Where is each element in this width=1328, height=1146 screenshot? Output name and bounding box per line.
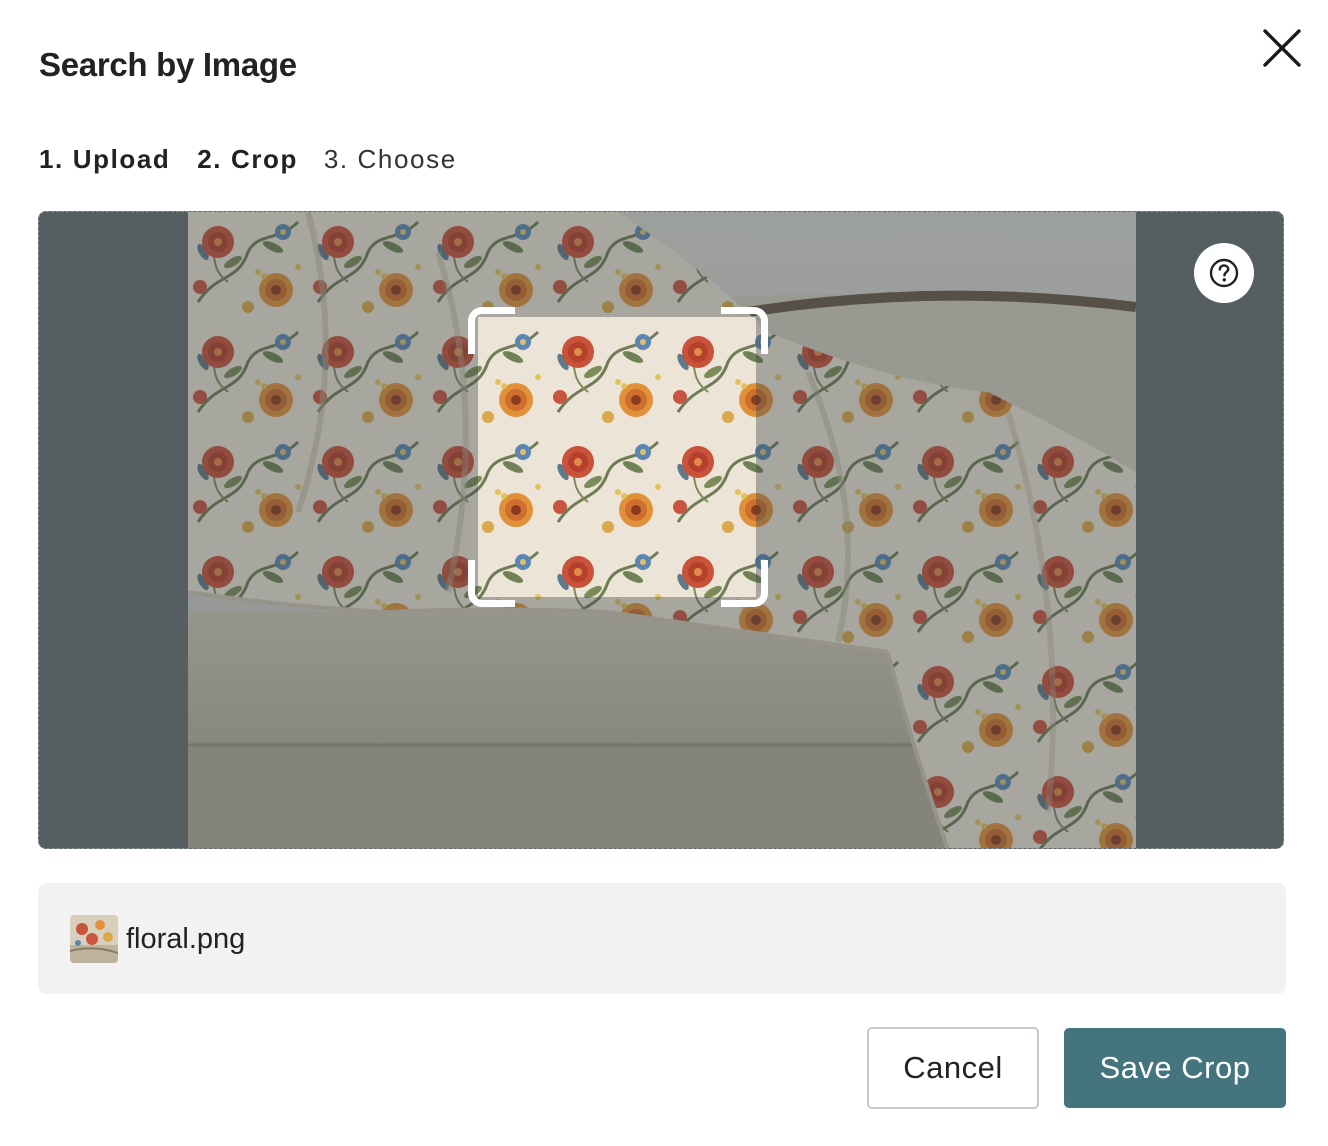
help-button[interactable] [1194,243,1254,303]
crop-handle-top-left[interactable] [468,307,515,354]
cancel-button[interactable]: Cancel [867,1027,1039,1109]
crop-handle-top-right[interactable] [721,307,768,354]
step-indicator: 1. Upload 2. Crop 3. Choose [39,144,457,175]
uploaded-file-bar: floral.png [38,883,1286,994]
step-choose: 3. Choose [323,144,457,174]
crop-handle-bottom-right[interactable] [721,560,768,607]
step-crop: 2. Crop [197,144,299,174]
close-button[interactable] [1256,22,1308,74]
close-icon [1263,29,1301,67]
crop-area[interactable] [38,211,1284,849]
help-circle-icon [1209,258,1239,288]
image-thumbnail [70,915,118,963]
crop-selection[interactable] [468,307,768,607]
file-name: floral.png [126,923,246,955]
crop-handle-bottom-left[interactable] [468,560,515,607]
dialog-title: Search by Image [39,46,297,83]
search-by-image-dialog: Search by Image 1. Upload 2. Crop 3. Cho… [0,0,1328,1146]
save-crop-button[interactable]: Save Crop [1064,1028,1286,1108]
step-upload: 1. Upload [39,144,171,174]
